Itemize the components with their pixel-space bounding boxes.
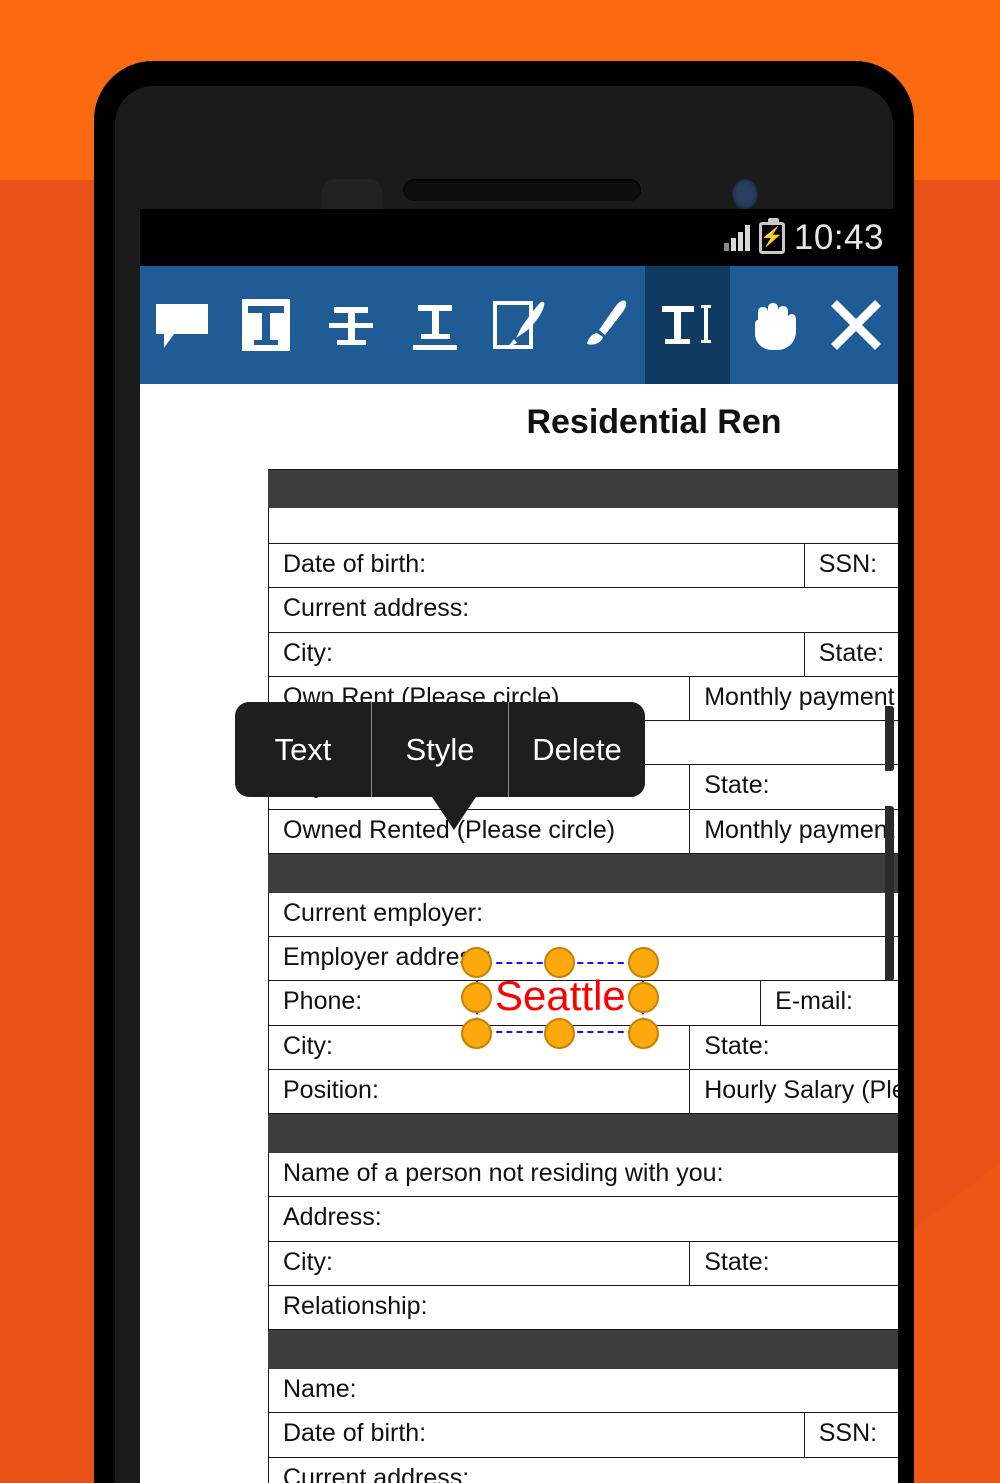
resize-handle-top-left — [461, 947, 492, 978]
resize-handle-middle-right — [628, 982, 659, 1013]
strikeout-tool-button[interactable] — [308, 266, 392, 384]
table-cell: Current address: — [283, 594, 470, 623]
annotation-context-menu: Text Style Delete — [235, 702, 645, 797]
table-cell: Hourly Salary (Please c — [689, 1069, 898, 1113]
context-menu-pointer — [430, 794, 478, 830]
table-cell: Current address: — [283, 1463, 470, 1483]
close-tool-button[interactable] — [814, 266, 898, 384]
table-cell: E-mail: — [760, 981, 898, 1025]
resize-handle-top-right — [628, 947, 659, 978]
table-cell: Monthly payment or rent: — [689, 676, 898, 720]
phone-screen: ⚡ 10:43 Residential Ren Date of birth: S… — [140, 209, 898, 1483]
volume-down-button[interactable] — [885, 806, 894, 981]
hand-icon — [754, 303, 796, 350]
table-row: City: State: — [268, 1241, 898, 1286]
annotation-toolbar — [140, 266, 898, 384]
table-row: Current address: — [268, 1457, 898, 1483]
context-menu-item-text[interactable]: Text — [235, 702, 371, 797]
earpiece-speaker-icon — [403, 179, 641, 201]
section-divider-bar — [268, 1330, 898, 1369]
table-cell: Date of birth: — [283, 550, 427, 578]
table-row: Name of a person not residing with you: — [268, 1153, 898, 1198]
table-cell: State: — [689, 1241, 898, 1285]
table-row: City: State: — [268, 632, 898, 677]
section-divider-bar — [268, 469, 898, 508]
annotation-text[interactable]: Seattle — [495, 975, 626, 1017]
phone-device: ⚡ 10:43 Residential Ren Date of birth: S… — [95, 62, 913, 1483]
table-cell: Name: — [283, 1375, 357, 1403]
resize-handle-bottom-center — [544, 1018, 575, 1049]
context-menu-item-style[interactable]: Style — [371, 702, 508, 797]
signature-tool-button[interactable] — [477, 266, 561, 384]
resize-handle-middle-left — [461, 982, 492, 1013]
table-cell: State: — [689, 1025, 898, 1069]
table-cell: City: — [283, 638, 333, 667]
draw-tool-button[interactable] — [561, 266, 645, 384]
table-cell: State: — [803, 632, 898, 676]
comment-icon — [156, 304, 209, 348]
pan-tool-button[interactable] — [730, 266, 814, 384]
table-cell: Position: — [283, 1075, 379, 1104]
table-row: Address: — [268, 1197, 898, 1242]
underline-icon — [412, 305, 457, 350]
table-cell: Name of a person not residing with you: — [283, 1159, 724, 1187]
section-divider-bar — [268, 853, 898, 893]
status-bar-clock: 10:43 — [793, 217, 884, 257]
battery-bolt-glyph: ⚡ — [760, 227, 784, 248]
close-icon — [830, 300, 881, 350]
paintbrush-icon — [587, 300, 627, 345]
table-cell: Monthly payment or rent: — [689, 809, 898, 853]
section-divider-bar — [268, 1114, 898, 1153]
signature-icon — [492, 301, 545, 349]
context-menu-item-delete[interactable]: Delete — [508, 702, 645, 797]
table-cell: Current employer: — [283, 898, 484, 927]
strikeout-icon — [328, 307, 373, 345]
volume-up-button[interactable] — [885, 706, 894, 771]
table-cell: Date of birth: — [283, 1419, 427, 1448]
table-row: Current employer: — [268, 892, 898, 937]
page-title: Residential Ren — [526, 403, 782, 441]
table-row: Owned Rented (Please circle) Monthly paym… — [268, 809, 898, 854]
table-cell: City: — [283, 1247, 333, 1276]
table-row: Name: — [268, 1369, 898, 1414]
underline-tool-button[interactable] — [393, 266, 477, 384]
table-cell: Relationship: — [283, 1291, 428, 1320]
resize-handle-bottom-right — [628, 1018, 659, 1049]
table-row: Date of birth: SSN: — [268, 1413, 898, 1458]
typewriter-tool-button[interactable] — [645, 266, 730, 384]
phone-bezel: ⚡ 10:43 Residential Ren Date of birth: S… — [115, 86, 898, 1483]
table-row: Relationship: — [268, 1285, 898, 1330]
table-cell: State: — [689, 765, 898, 809]
table-cell: Address: — [283, 1203, 382, 1232]
table-row: Date of birth: SSN: — [268, 544, 898, 589]
text-box-icon — [242, 299, 291, 351]
status-bar: ⚡ 10:43 — [140, 209, 898, 266]
typewriter-icon — [662, 305, 712, 344]
table-cell: Owned Rented (Please circle) — [283, 815, 616, 844]
resize-handle-top-center — [544, 947, 575, 978]
table-row: Position: Hourly Salary (Please c — [268, 1069, 898, 1114]
table-row — [268, 508, 898, 544]
battery-charging-icon: ⚡ — [758, 217, 785, 254]
signal-bars-icon — [723, 224, 750, 251]
table-row: Current address: — [268, 588, 898, 633]
pdf-document-page[interactable]: Residential Ren Date of birth: SSN: Curren… — [140, 384, 898, 1483]
table-cell: SSN: — [803, 1413, 898, 1457]
comment-tool-button[interactable] — [140, 266, 224, 384]
front-camera-icon — [732, 179, 758, 209]
table-cell: SSN: — [803, 544, 898, 588]
resize-handle-bottom-left — [461, 1018, 492, 1049]
table-cell — [269, 508, 898, 543]
text-box-tool-button[interactable] — [224, 266, 308, 384]
